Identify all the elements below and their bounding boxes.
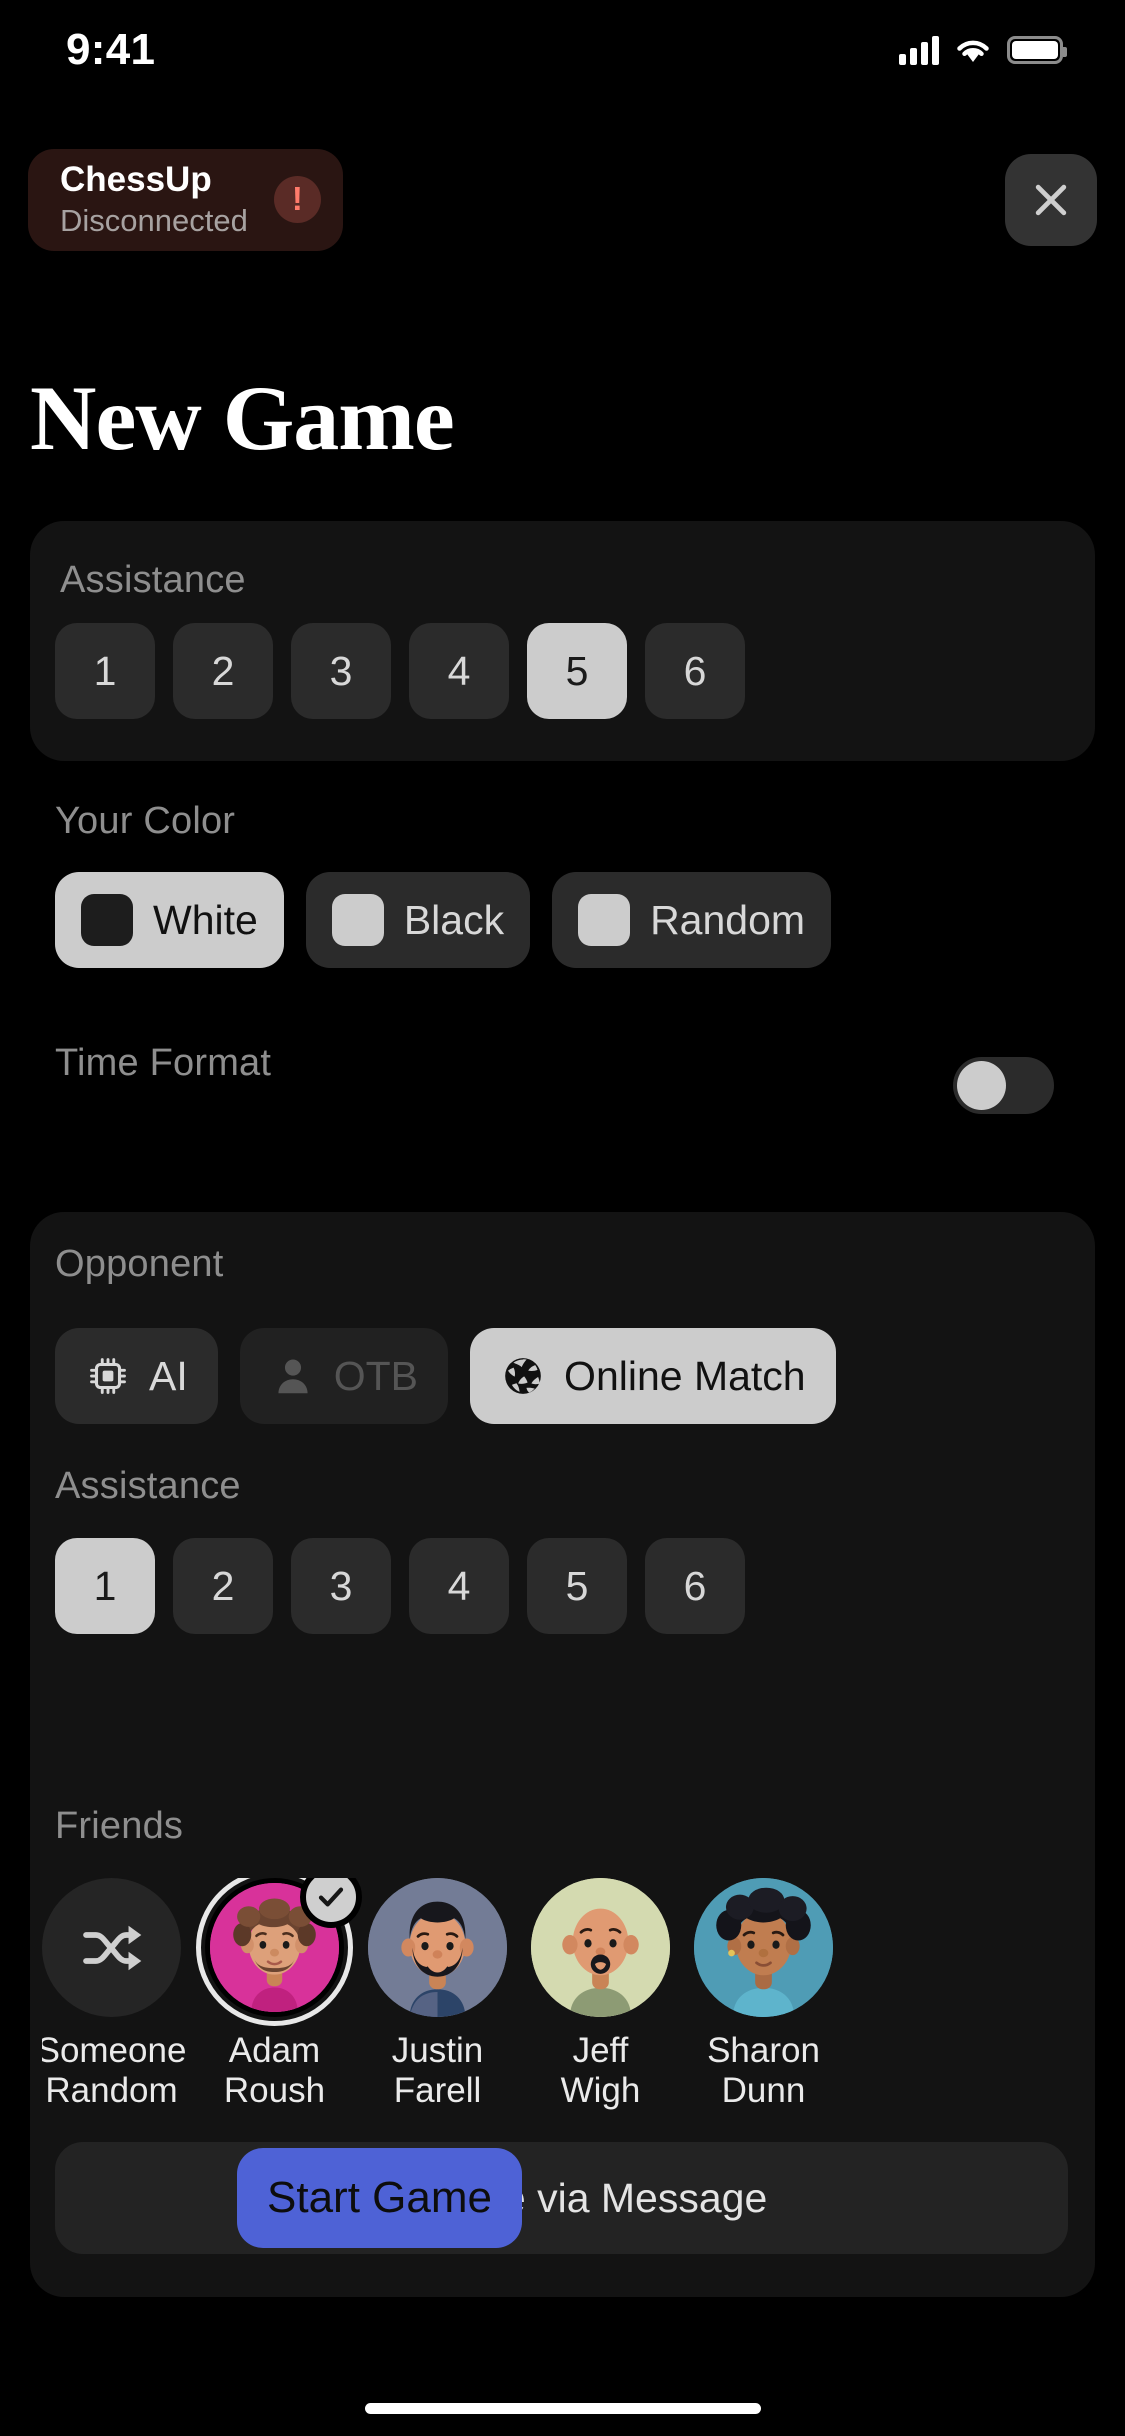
opponent-option-otb[interactable]: OTB [239, 1328, 449, 1424]
close-button[interactable] [1005, 153, 1097, 246]
settings-card: Assistance 1 2 3 4 5 6 [30, 521, 1095, 761]
assistance-level-3[interactable]: 3 [291, 623, 391, 719]
time-format-toggle[interactable] [953, 1057, 1054, 1114]
assistance-level-group: 1 2 3 4 5 6 [55, 623, 745, 719]
black-swatch-icon [331, 894, 384, 946]
top-bar: ChessUp Disconnected ! [0, 147, 1125, 252]
connection-status-banner[interactable]: ChessUp Disconnected ! [28, 148, 343, 251]
opponent-assistance-level-2[interactable]: 2 [173, 1538, 273, 1634]
friends-list[interactable]: Someone Random Adam Roush Justin Farell … [42, 1878, 1125, 2110]
assistance-level-5[interactable]: 5 [527, 623, 627, 719]
opponent-assistance-level-3[interactable]: 3 [291, 1538, 391, 1634]
avatar [368, 1878, 507, 2017]
friend-item-jeff-wigh[interactable]: Jeff Wigh [531, 1878, 670, 2110]
color-option-black[interactable]: Black [305, 872, 531, 968]
page-title: New Game [30, 367, 455, 469]
opponent-option-ai[interactable]: AI [55, 1328, 218, 1424]
avatar-illustration [531, 1878, 670, 2017]
color-option-black-label: Black [403, 896, 505, 943]
random-swatch-icon [578, 894, 631, 946]
globe-icon [505, 1358, 541, 1394]
assistance-level-6[interactable]: 6 [645, 623, 745, 719]
shuffle-icon [82, 1925, 141, 1970]
friends-label: Friends [55, 1805, 184, 1847]
opponent-option-online-match-label: Online Match [564, 1352, 806, 1399]
opponent-options-group: AI OTB Online Match [55, 1328, 836, 1424]
opponent-assistance-group: 1 2 3 4 5 6 [55, 1538, 745, 1634]
status-bar: 9:41 [0, 0, 1125, 100]
friend-name-justin-farell: Justin Farell [391, 2031, 484, 2110]
connection-device-name: ChessUp [60, 160, 212, 200]
opponent-assistance-label: Assistance [55, 1465, 241, 1507]
friend-name-random: Someone Random [42, 2031, 187, 2110]
your-color-label: Your Color [55, 800, 236, 842]
friend-item-random[interactable]: Someone Random [42, 1878, 186, 2110]
opponent-assistance-level-4[interactable]: 4 [409, 1538, 509, 1634]
close-icon [1035, 184, 1067, 215]
opponent-assistance-level-6[interactable]: 6 [645, 1538, 745, 1634]
battery-icon [1007, 36, 1067, 64]
friend-name-adam-roush: Adam Roush [223, 2031, 326, 2110]
invite-via-message-button[interactable]: Invite via Message [55, 2142, 1068, 2254]
assistance-level-1[interactable]: 1 [55, 623, 155, 719]
assistance-level-2[interactable]: 2 [173, 623, 273, 719]
opponent-assistance-level-5[interactable]: 5 [527, 1538, 627, 1634]
connection-status-text: Disconnected [60, 202, 248, 238]
time-format-label: Time Format [55, 1042, 272, 1084]
person-icon [278, 1359, 308, 1394]
cellular-signal-icon [899, 35, 939, 65]
avatar-illustration [694, 1878, 833, 2017]
opponent-option-otb-label: OTB [333, 1352, 419, 1399]
home-indicator [364, 2403, 761, 2414]
assistance-level-4[interactable]: 4 [409, 623, 509, 719]
color-option-random-label: Random [650, 896, 806, 943]
avatar [531, 1878, 670, 2017]
chip-icon [90, 1358, 126, 1394]
friend-name-jeff-wigh: Jeff Wigh [560, 2031, 641, 2110]
friend-name-sharon-dunn: Sharon Dunn [707, 2031, 820, 2110]
toggle-knob [957, 1061, 1006, 1110]
friend-item-sharon-dunn[interactable]: Sharon Dunn [694, 1878, 833, 2110]
color-option-white-label: White [153, 896, 258, 943]
status-bar-time: 9:41 [66, 25, 156, 74]
color-option-white[interactable]: White [55, 872, 284, 968]
opponent-label: Opponent [55, 1243, 224, 1285]
friend-item-adam-roush[interactable]: Adam Roush [196, 1878, 362, 2110]
your-color-group: White Black Random [55, 872, 832, 968]
exclamation-icon: ! [273, 176, 321, 223]
opponent-option-online-match[interactable]: Online Match [470, 1328, 836, 1424]
friend-item-justin-farell[interactable]: Justin Farell [368, 1878, 507, 2110]
random-avatar [42, 1878, 181, 2017]
status-bar-indicators [899, 35, 1067, 65]
white-swatch-icon [81, 894, 133, 946]
start-game-button[interactable]: Start Game [237, 2148, 522, 2248]
opponent-assistance-level-1[interactable]: 1 [55, 1538, 155, 1634]
wifi-icon [957, 40, 989, 62]
avatar-illustration [368, 1878, 507, 2017]
opponent-option-ai-label: AI [149, 1352, 188, 1399]
assistance-label: Assistance [60, 559, 246, 601]
avatar [694, 1878, 833, 2017]
check-icon [318, 1887, 344, 1907]
color-option-random[interactable]: Random [552, 872, 832, 968]
